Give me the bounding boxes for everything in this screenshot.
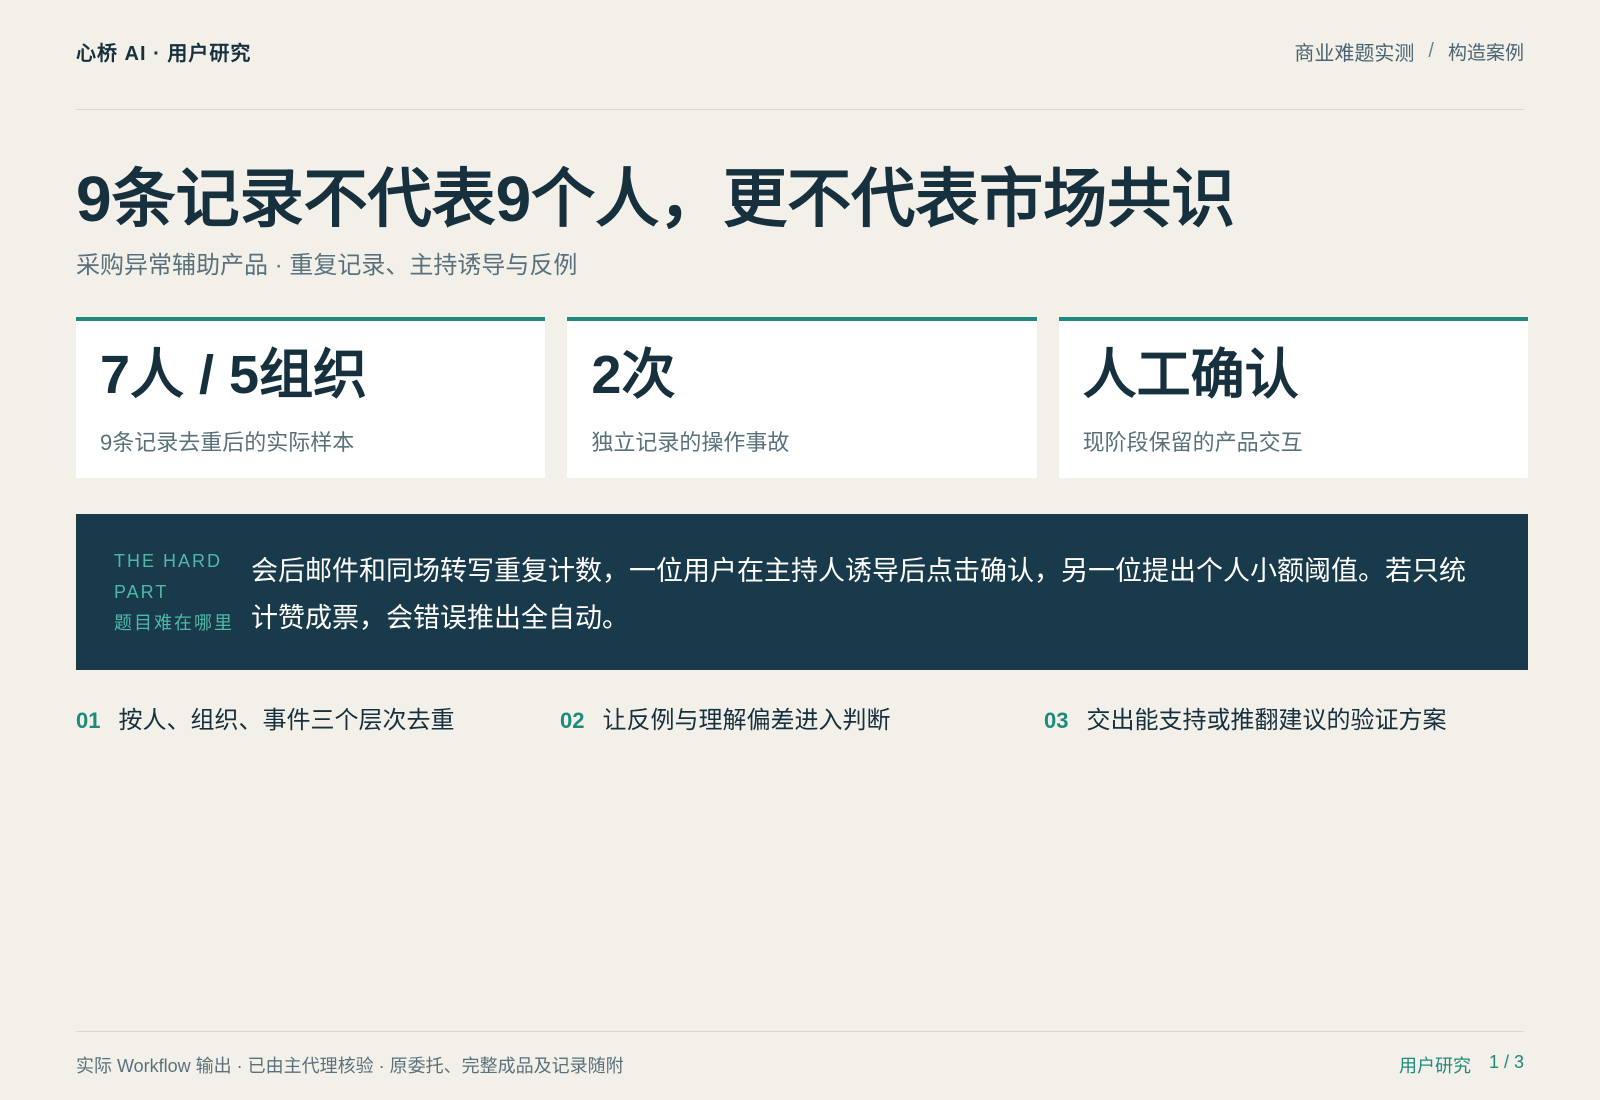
stat-card-incidents: 2次 独立记录的操作事故 <box>567 317 1037 478</box>
footer-note: 实际 Workflow 输出 · 已由主代理核验 · 原委托、完整成品及记录随附 <box>76 1056 624 1076</box>
breadcrumb: 商业难题实测 / 构造案例 <box>1294 37 1524 66</box>
stat-card-interaction: 人工确认 现阶段保留的产品交互 <box>1058 317 1528 478</box>
step-number: 01 <box>76 708 101 733</box>
breadcrumb-separator: / <box>1428 40 1434 62</box>
step-text: 按人、组织、事件三个层次去重 <box>118 707 455 734</box>
brand-label: 心桥 AI · 用户研究 <box>76 43 252 65</box>
stat-value: 人工确认 <box>1082 345 1299 405</box>
stats-row: 7人 / 5组织 9条记录去重后的实际样本 2次 独立记录的操作事故 人工确认 … <box>76 317 1528 478</box>
steps-row: 01 按人、组织、事件三个层次去重 02 让反例与理解偏差进入判断 03 交出能… <box>76 700 1528 735</box>
step-number: 03 <box>1044 708 1069 733</box>
step-number: 02 <box>560 708 585 733</box>
stat-label: 独立记录的操作事故 <box>591 430 790 455</box>
step-item: 02 让反例与理解偏差进入判断 <box>560 700 1044 735</box>
step-text: 让反例与理解偏差进入判断 <box>602 707 891 734</box>
step-text: 交出能支持或推翻建议的验证方案 <box>1086 707 1447 734</box>
stat-label: 9条记录去重后的实际样本 <box>100 430 355 455</box>
hard-part-panel: THE HARD PART 题目难在哪里 会后邮件和同场转写重复计数，一位用户在… <box>76 514 1528 670</box>
stat-value: 7人 / 5组织 <box>100 345 368 405</box>
top-bar: 心桥 AI · 用户研究 商业难题实测 / 构造案例 <box>76 0 1524 110</box>
page-number: 1 / 3 <box>1488 1052 1524 1072</box>
hard-part-tag-en-1: THE HARD <box>114 551 223 571</box>
step-item: 01 按人、组织、事件三个层次去重 <box>76 700 560 735</box>
footer: 实际 Workflow 输出 · 已由主代理核验 · 原委托、完整成品及记录随附… <box>76 1031 1524 1078</box>
footer-section: 用户研究 <box>1398 1056 1471 1076</box>
step-item: 03 交出能支持或推翻建议的验证方案 <box>1044 700 1528 735</box>
page-subtitle: 采购异常辅助产品 · 重复记录、主持诱导与反例 <box>76 252 578 279</box>
stat-card-sample: 7人 / 5组织 9条记录去重后的实际样本 <box>76 317 546 478</box>
stat-label: 现阶段保留的产品交互 <box>1082 430 1303 455</box>
hard-part-tag: THE HARD PART 题目难在哪里 <box>114 546 251 670</box>
hard-part-tag-zh: 题目难在哪里 <box>114 613 234 633</box>
footer-meta: 用户研究 1 / 3 <box>1399 1052 1524 1078</box>
breadcrumb-sub: 构造案例 <box>1447 43 1524 64</box>
hard-part-text: 会后邮件和同场转写重复计数，一位用户在主持人诱导后点击确认，另一位提出个人小额阈… <box>251 556 1466 633</box>
breadcrumb-main: 商业难题实测 <box>1294 43 1415 65</box>
stat-value: 2次 <box>591 345 676 405</box>
slide-page: 心桥 AI · 用户研究 商业难题实测 / 构造案例 9条记录不代表9个人，更不… <box>0 0 1600 1100</box>
page-title: 9条记录不代表9个人，更不代表市场共识 <box>76 163 1236 235</box>
hard-part-tag-en-2: PART <box>114 582 169 602</box>
